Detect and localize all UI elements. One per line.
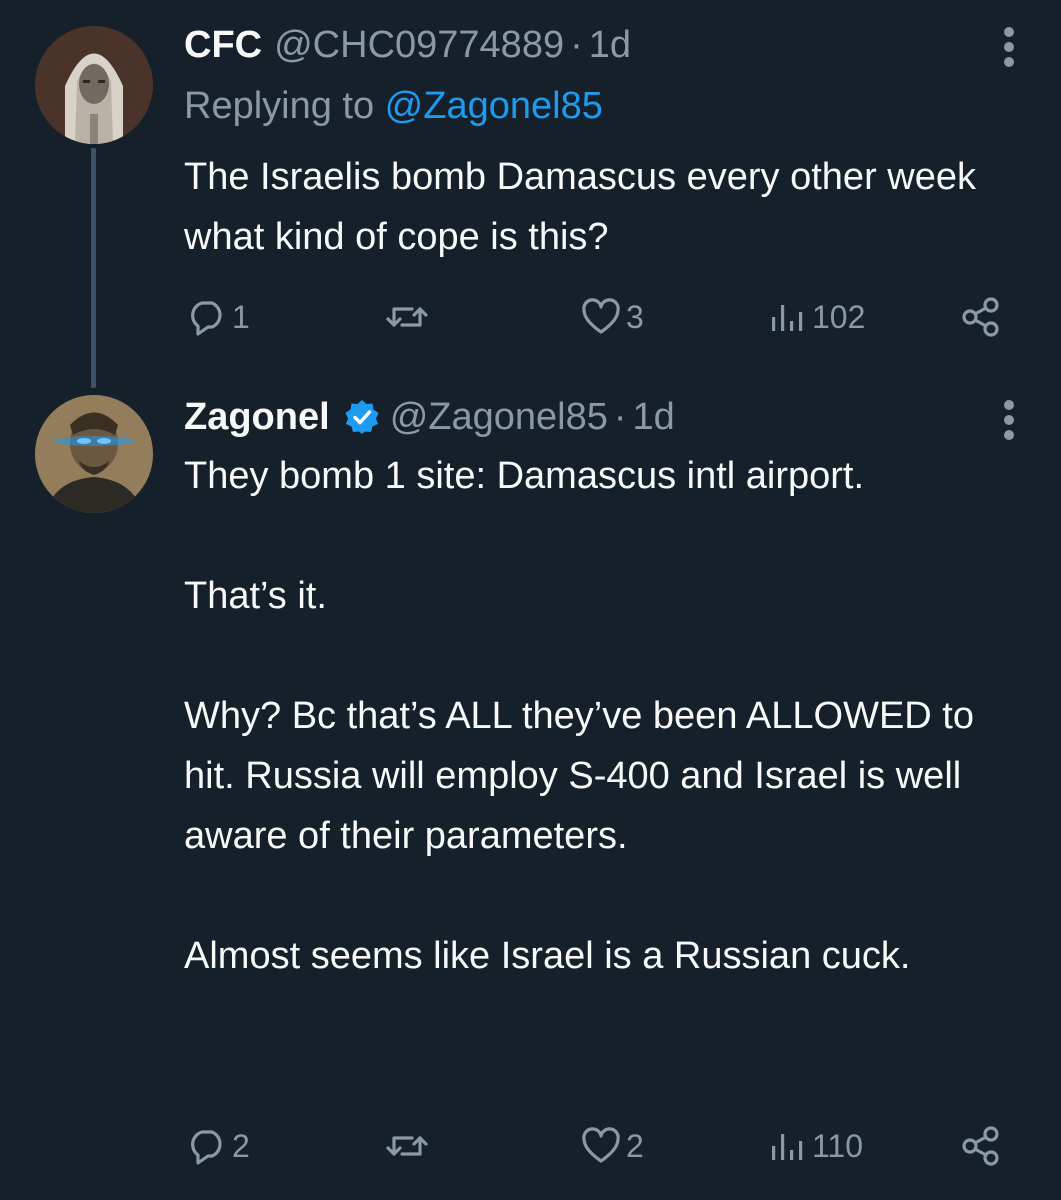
replying-to-label: Replying to (184, 85, 385, 127)
like-icon (582, 1127, 620, 1163)
repost-icon (386, 307, 428, 327)
tweet-header: Zagonel @Zagonel85 · 1d (184, 392, 675, 442)
reply-count: 2 (232, 1127, 250, 1164)
replying-to-mention[interactable]: @Zagonel85 (385, 85, 603, 127)
repost-button[interactable] (384, 1121, 434, 1171)
avatar[interactable] (35, 26, 153, 144)
separator: · (613, 395, 627, 438)
share-button[interactable] (960, 1121, 1002, 1171)
thread-line (91, 148, 96, 388)
like-button[interactable]: 3 (580, 292, 644, 342)
like-count: 2 (626, 1127, 644, 1164)
reply-count: 1 (232, 298, 250, 335)
views-count: 102 (812, 298, 866, 335)
views-count: 110 (812, 1127, 864, 1164)
tweet-header: CFC @CHC09774889 · 1d (184, 20, 631, 70)
share-icon (962, 297, 999, 337)
reply-icon (191, 1130, 222, 1165)
replying-to: Replying to @Zagonel85 (184, 85, 603, 128)
reply-icon (191, 301, 222, 336)
more-vertical-icon[interactable] (1003, 24, 1015, 74)
views-icon (772, 1134, 803, 1160)
verified-badge-icon (344, 399, 380, 435)
more-vertical-icon[interactable] (1003, 397, 1015, 447)
glowing-eyes-portrait-avatar-icon (35, 395, 153, 513)
views-button[interactable]: 110 (768, 1121, 863, 1171)
like-count: 3 (626, 298, 644, 335)
display-name[interactable]: Zagonel (184, 396, 330, 439)
user-handle[interactable]: @Zagonel85 (390, 396, 608, 439)
timestamp[interactable]: 1d (633, 396, 675, 439)
repost-icon (386, 1136, 428, 1156)
reply-button[interactable]: 1 (186, 292, 250, 342)
separator: · (570, 23, 583, 66)
tweet-text: The Israelis bomb Damascus every other w… (184, 156, 987, 258)
share-button[interactable] (960, 292, 1002, 342)
display-name[interactable]: CFC (184, 24, 262, 67)
action-bar: 2 2 110 (184, 1121, 1014, 1171)
repost-button[interactable] (384, 292, 434, 342)
share-icon (962, 1126, 999, 1166)
action-bar: 1 3 102 (184, 292, 1014, 342)
statue-portrait-avatar-icon (35, 26, 153, 144)
like-button[interactable]: 2 (580, 1121, 644, 1171)
like-icon (582, 298, 620, 334)
views-button[interactable]: 102 (768, 292, 865, 342)
user-handle[interactable]: @CHC09774889 (274, 24, 564, 67)
avatar[interactable] (35, 395, 153, 513)
tweet-zagonel[interactable]: Zagonel @Zagonel85 · 1d They bomb 1 site… (0, 390, 1061, 1200)
tweet-text: They bomb 1 site: Damascus intl airport.… (184, 455, 974, 977)
tweet-cfc[interactable]: CFC @CHC09774889 · 1d Replying to @Zagon… (0, 0, 1061, 390)
timestamp[interactable]: 1d (589, 24, 631, 67)
reply-button[interactable]: 2 (186, 1121, 250, 1171)
views-icon (772, 305, 803, 331)
